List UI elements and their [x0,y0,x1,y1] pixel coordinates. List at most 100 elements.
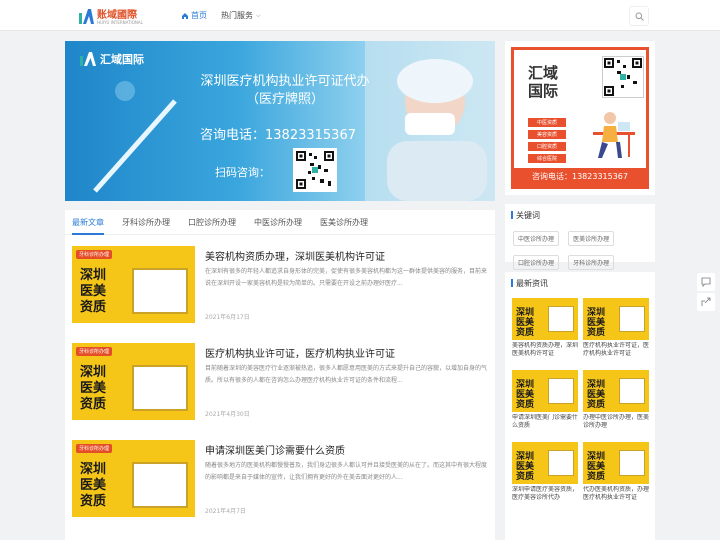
ad-service-pill: 综合医院 [528,154,566,163]
article-excerpt: 随着很多地方的医美机构都慢慢普及，我们身边很多人都认可并且接受医美的从在了。而这… [205,462,488,481]
banner-logo: 汇域国际 [80,51,144,67]
article-item[interactable]: 牙科诊所办理 深圳 医美 资质 申请深圳医美门诊需要什么资质 随着很多地方的医美… [72,440,489,522]
thumb-line: 医美 [80,381,107,396]
tab-aesthetic[interactable]: 医美诊所办理 [320,210,368,235]
thumb-heading: 深圳 医美 资质 [80,268,106,316]
article-title[interactable]: 美容机构资质办理，深圳医美机构许可证 [205,248,385,263]
news-item[interactable]: 深圳 医美 资质 深圳申请医疗美容资质，医疗美容诊所代办 [512,442,578,510]
news-caption[interactable]: 美容机构资质办理，深圳医美机构许可证 [512,342,578,366]
comment-float-button[interactable] [697,273,715,291]
tab-oral[interactable]: 口腔诊所办理 [188,210,236,235]
thumb-line: 深圳 [587,380,606,390]
home-icon [182,12,188,19]
certificate-image [132,365,188,411]
article-excerpt: 目前随着深圳的美容医疗行业逐渐被热追，很多人都愿意用医美的方式来提升自己的容貌，… [205,365,488,384]
tab-dental[interactable]: 牙科诊所办理 [122,210,170,235]
thumb-line: 医美 [587,462,606,472]
thumb-line: 资质 [587,328,606,338]
news-caption[interactable]: 代办医美机构资质，办理医疗机构执业许可证 [583,486,649,510]
ad-service-pill: 中医资质 [528,118,566,127]
logo-mark-icon [79,8,94,24]
banner-logo-text: 汇域国际 [100,53,144,66]
news-thumbnail[interactable]: 深圳 医美 资质 [512,442,578,484]
news-thumbnail[interactable]: 深圳 医美 资质 [583,442,649,484]
thumb-line: 医美 [587,390,606,400]
sidebar-ad-card[interactable]: 汇域 国际 中医资质 美容资质 口腔资质 综合医院 咨询电话：138233153… [505,41,655,195]
news-item[interactable]: 深圳 医美 资质 美容机构资质办理，深圳医美机构许可证 [512,298,578,366]
article-item[interactable]: 牙科诊所办理 深圳 医美 资质 医疗机构执业许可证，医疗机构执业许可证 目前随着… [72,343,489,425]
article-date: 2021年6月17日 [205,314,250,321]
thumb-line: 资质 [80,494,107,509]
main-nav: 首页 热门服务 ⌵ [181,0,261,31]
news-thumbnail[interactable]: 深圳 医美 资质 [583,298,649,340]
thumb-tag: 牙科诊所办理 [76,444,113,453]
thumb-line: 深圳 [80,462,107,477]
nav-home-label: 首页 [191,11,207,20]
certificate-image [132,268,188,314]
thumb-heading: 深圳 医美 资质 [80,365,106,413]
certificate-image [132,462,188,508]
nav-hot-services-label: 热门服务 [221,11,253,20]
thumb-line: 资质 [516,400,535,410]
chevron-down-icon: ⌵ [256,11,261,19]
certificate-image [619,306,645,332]
nav-hot-services[interactable]: 热门服务 ⌵ [221,10,261,21]
article-title[interactable]: 申请深圳医美门诊需要什么资质 [205,442,345,457]
tab-tcm[interactable]: 中医诊所办理 [254,210,302,235]
banner-phone: 咨询电话：13823315367 [200,128,356,143]
article-thumbnail[interactable]: 牙科诊所办理 深圳 医美 资质 [72,440,195,517]
news-caption[interactable]: 办理中医诊所办理，医美诊所办理 [583,414,649,438]
news-thumbnail[interactable]: 深圳 医美 资质 [583,370,649,412]
news-thumb-heading: 深圳 医美 资质 [587,452,605,482]
news-thumb-heading: 深圳 医美 资质 [516,380,534,410]
hero-banner[interactable]: 汇域国际 深圳医疗机构执业许可证代办 （医疗牌照） 咨询电话：138233153… [65,41,495,201]
thumb-line: 资质 [587,400,606,410]
tab-latest[interactable]: 最新文章 [72,210,104,235]
news-item[interactable]: 深圳 医美 资质 办理中医诊所办理，医美诊所办理 [583,370,649,438]
nav-home[interactable]: 首页 [181,10,207,21]
ad-service-list: 中医资质 美容资质 口腔资质 综合医院 [528,118,566,166]
news-caption[interactable]: 医疗机构执业许可证，医疗机构执业许可证 [583,342,649,366]
site-logo[interactable]: 账域國際 HUIYU INTERNATIONAL [79,7,143,25]
thumb-line: 医美 [516,318,535,328]
news-thumb-heading: 深圳 医美 资质 [516,452,534,482]
banner-title-line2: （医疗牌照） [245,92,324,107]
news-item[interactable]: 深圳 医美 资质 申请深圳医美门诊需要什么资质 [512,370,578,438]
thumb-line: 医美 [516,462,535,472]
keyword-tag[interactable]: 中医诊所办理 [513,231,560,246]
thumb-line: 医美 [587,318,606,328]
thumb-line: 资质 [516,472,535,482]
keyword-tag[interactable]: 医美诊所办理 [568,231,615,246]
keyword-tag[interactable]: 牙科诊所办理 [568,255,615,270]
ad-title-line: 国际 [528,82,559,100]
ad-title-line: 汇域 [528,64,559,82]
news-item[interactable]: 深圳 医美 资质 医疗机构执业许可证，医疗机构执业许可证 [583,298,649,366]
ad-phone: 咨询电话：13823315367 [514,168,646,186]
article-item[interactable]: 牙科诊所办理 深圳 医美 资质 美容机构资质办理，深圳医美机构许可证 在深圳有很… [72,246,489,328]
news-thumb-heading: 深圳 医美 资质 [516,308,534,338]
latest-news-card: 最新资讯 深圳 医美 资质 美容机构资质办理，深圳医美机构许可证 深圳 医美 资质 医疗… [505,272,655,540]
article-thumbnail[interactable]: 牙科诊所办理 深圳 医美 资质 [72,246,195,323]
news-item[interactable]: 深圳 医美 资质 代办医美机构资质，办理医疗机构执业许可证 [583,442,649,510]
share-float-button[interactable] [697,293,715,311]
chat-bubble-icon [701,277,711,287]
news-caption[interactable]: 申请深圳医美门诊需要什么资质 [512,414,578,438]
thumb-line: 资质 [587,472,606,482]
thumb-line: 深圳 [516,380,535,390]
thumb-line: 深圳 [80,365,107,380]
news-thumbnail[interactable]: 深圳 医美 资质 [512,298,578,340]
keyword-tag[interactable]: 口腔诊所办理 [513,255,560,270]
article-title[interactable]: 医疗机构执业许可证，医疗机构执业许可证 [205,345,395,360]
certificate-image [548,450,574,476]
thumb-line: 资质 [80,397,107,412]
search-button[interactable] [629,6,649,26]
news-caption[interactable]: 深圳申请医疗美容资质，医疗美容诊所代办 [512,486,578,510]
news-thumbnail[interactable]: 深圳 医美 资质 [512,370,578,412]
search-icon [635,12,644,21]
article-date: 2021年4月7日 [205,508,246,515]
article-list-card: 最新文章 牙科诊所办理 口腔诊所办理 中医诊所办理 医美诊所办理 牙科诊所办理 … [65,210,495,540]
certificate-image [619,450,645,476]
article-thumbnail[interactable]: 牙科诊所办理 深圳 医美 资质 [72,343,195,420]
ad-service-pill: 美容资质 [528,130,566,139]
thumb-line: 医美 [80,284,107,299]
